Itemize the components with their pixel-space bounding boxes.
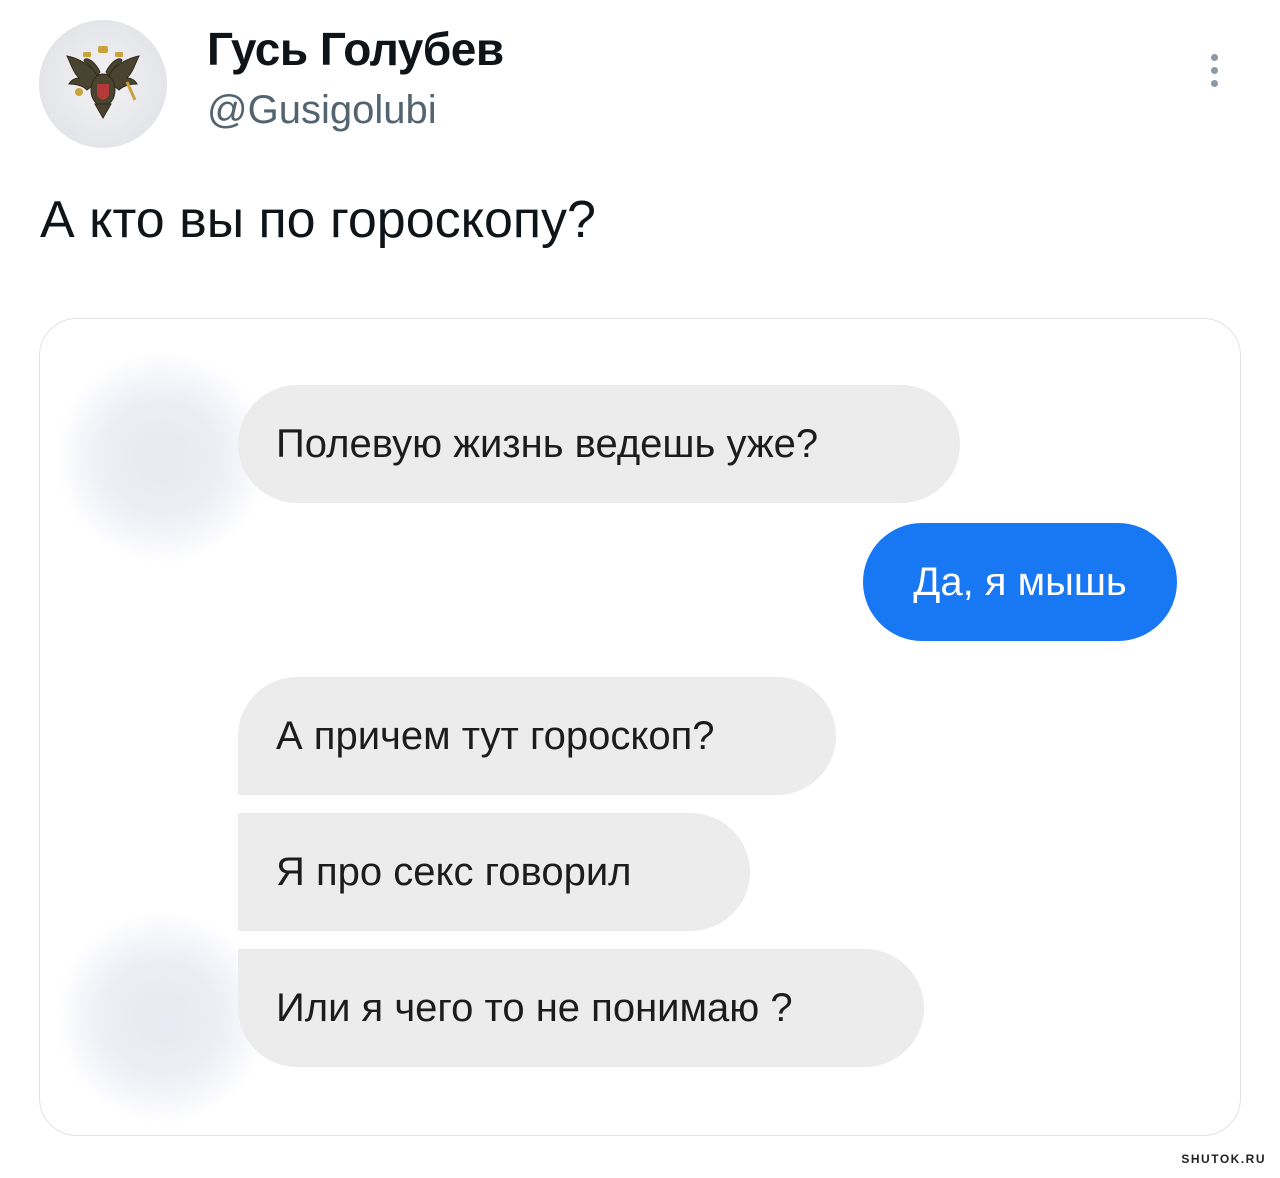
chat-message-incoming: Или я чего то не понимаю ? — [238, 949, 924, 1067]
more-options-button[interactable] — [1196, 40, 1232, 100]
vertical-ellipsis-icon — [1210, 53, 1218, 61]
double-headed-eagle-emblem-icon — [66, 46, 140, 120]
chat-message-outgoing: Да, я мышь — [863, 523, 1177, 641]
chat-message-incoming: Я про секс говорил — [238, 813, 750, 931]
chat-message-incoming: Полевую жизнь ведешь уже? — [238, 385, 960, 503]
blurred-contact-avatar — [62, 357, 262, 557]
watermark: SHUTOK.RU — [1181, 1152, 1266, 1166]
chat-message-incoming: А причем тут гороскоп? — [238, 677, 836, 795]
blurred-contact-avatar — [62, 917, 262, 1117]
author-display-name[interactable]: Гусь Голубев — [207, 22, 504, 76]
author-handle[interactable]: @Gusigolubi — [207, 88, 437, 133]
author-avatar[interactable] — [39, 20, 167, 148]
tweet-text: А кто вы по гороскопу? — [40, 191, 596, 249]
tweet-media-image[interactable]: Полевую жизнь ведешь уже? Да, я мышь А п… — [39, 318, 1241, 1136]
